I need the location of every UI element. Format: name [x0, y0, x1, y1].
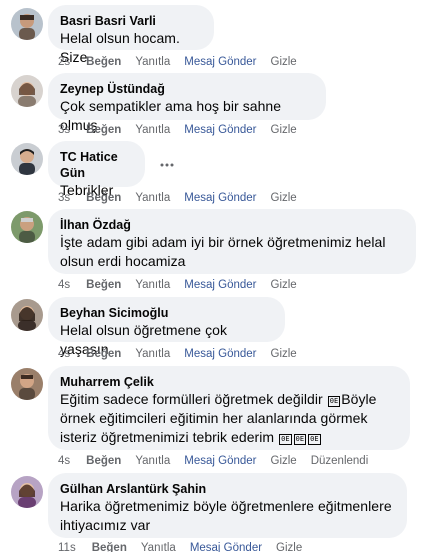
comment-text-line: İşte adam gibi adam iyi bir örnek öğretm…: [60, 234, 386, 250]
comment-author[interactable]: Muharrem Çelik: [60, 374, 398, 390]
hide-button[interactable]: Gizle: [271, 348, 297, 360]
send-message-button[interactable]: Mesaj Gönder: [184, 192, 256, 204]
missing-glyph: 0E: [279, 434, 292, 445]
comment-bubble: Gülhan Arslantürk Şahin Harika öğretmeni…: [48, 473, 407, 538]
send-message-button[interactable]: Mesaj Gönder: [190, 542, 262, 552]
comment-author[interactable]: Zeynep Üstündağ: [60, 81, 314, 97]
comment-author[interactable]: Basri Basri Varli: [60, 13, 202, 29]
comment-time[interactable]: 4s: [58, 279, 70, 291]
comment-actions: 2s Beğen Yanıtla Mesaj Gönder Gizle: [58, 54, 311, 70]
reply-button[interactable]: Yanıtla: [135, 192, 170, 204]
avatar[interactable]: [11, 8, 43, 40]
comment-bubble: TC Hatice Gün Tebrikler: [48, 141, 145, 198]
missing-glyph: 0E: [327, 396, 341, 407]
comment-actions: 11s Beğen Yanıtla Mesaj Gönder Gizle: [58, 540, 316, 552]
like-button[interactable]: Beğen: [86, 455, 121, 467]
reply-button[interactable]: Yanıtla: [135, 124, 170, 136]
like-button[interactable]: Beğen: [86, 279, 121, 291]
comment-text-line: ihtiyacımız var: [60, 517, 151, 533]
comment-time[interactable]: 3s: [58, 124, 70, 136]
comment-time[interactable]: 4s: [58, 455, 70, 467]
avatar[interactable]: [11, 476, 43, 508]
comment-bubble: Basri Basri Varli Helal olsun hocam. Siz…: [48, 5, 214, 65]
comment-text-line: örnek eğitimcileri eğitimin her alanları…: [60, 410, 368, 426]
hide-button[interactable]: Gizle: [271, 455, 297, 467]
edited-label[interactable]: Düzenlendi: [311, 455, 369, 467]
send-message-button[interactable]: Mesaj Gönder: [184, 455, 256, 467]
comment-text-line: isteriz öğretmenimizi tebrik ederim: [60, 429, 275, 445]
like-button[interactable]: Beğen: [86, 124, 121, 136]
hide-button[interactable]: Gizle: [271, 124, 297, 136]
comment-time[interactable]: 4s: [58, 348, 70, 360]
comment-text: İşte adam gibi adam iyi bir örnek öğretm…: [60, 233, 404, 271]
comment-author[interactable]: İlhan Özdağ: [60, 217, 404, 233]
hide-button[interactable]: Gizle: [271, 192, 297, 204]
comment-author[interactable]: Beyhan Sicimoğlu: [60, 305, 273, 321]
reply-button[interactable]: Yanıtla: [135, 348, 170, 360]
comment-text-line: Böyle: [341, 391, 377, 407]
reply-button[interactable]: Yanıtla: [135, 56, 170, 68]
reply-button[interactable]: Yanıtla: [135, 279, 170, 291]
reply-button[interactable]: Yanıtla: [135, 455, 170, 467]
avatar[interactable]: [11, 75, 43, 107]
like-button[interactable]: Beğen: [92, 542, 127, 552]
comment-actions: 3s Beğen Yanıtla Mesaj Gönder Gizle: [58, 190, 311, 206]
comment-text: Harika öğretmenimiz böyle öğretmenlere e…: [60, 497, 395, 535]
hide-button[interactable]: Gizle: [276, 542, 302, 552]
like-button[interactable]: Beğen: [86, 348, 121, 360]
comment-text-line: Eğitim sadece formülleri öğretmek değild…: [60, 391, 323, 407]
comment-bubble: İlhan Özdağ İşte adam gibi adam iyi bir …: [48, 209, 416, 274]
avatar[interactable]: [11, 211, 43, 243]
avatar[interactable]: [11, 299, 43, 331]
comment-actions: 4s Beğen Yanıtla Mesaj Gönder Gizle Düze…: [58, 453, 382, 469]
more-options-button[interactable]: [157, 157, 177, 173]
send-message-button[interactable]: Mesaj Gönder: [184, 56, 256, 68]
avatar[interactable]: [11, 143, 43, 175]
hide-button[interactable]: Gizle: [271, 56, 297, 68]
comment-time[interactable]: 2s: [58, 56, 70, 68]
comment-thread: Basri Basri Varli Helal olsun hocam. Siz…: [0, 0, 425, 552]
comment-actions: 3s Beğen Yanıtla Mesaj Gönder Gizle: [58, 122, 311, 138]
comment-author[interactable]: TC Hatice Gün: [60, 149, 133, 181]
comment-bubble: Muharrem Çelik Eğitim sadece formülleri …: [48, 366, 410, 450]
comment-text: Eğitim sadece formülleri öğretmek değild…: [60, 390, 398, 447]
comment-actions: 4s Beğen Yanıtla Mesaj Gönder Gizle: [58, 277, 311, 293]
comment-time[interactable]: 3s: [58, 192, 70, 204]
missing-glyph: 0E: [308, 434, 321, 445]
comment-text-line: olsun erdi hocamiza: [60, 253, 186, 269]
like-button[interactable]: Beğen: [86, 56, 121, 68]
send-message-button[interactable]: Mesaj Gönder: [184, 348, 256, 360]
comment-time[interactable]: 11s: [58, 542, 76, 552]
missing-glyph: 0E: [293, 434, 307, 445]
hide-button[interactable]: Gizle: [271, 279, 297, 291]
comment-bubble: Zeynep Üstündağ Çok sempatikler ama hoş …: [48, 73, 326, 133]
send-message-button[interactable]: Mesaj Gönder: [184, 124, 256, 136]
more-horizontal-icon: [160, 163, 174, 167]
avatar[interactable]: [11, 368, 43, 400]
reply-button[interactable]: Yanıtla: [141, 542, 176, 552]
send-message-button[interactable]: Mesaj Gönder: [184, 279, 256, 291]
comment-author[interactable]: Gülhan Arslantürk Şahin: [60, 481, 395, 497]
comment-text-line: Harika öğretmenimiz böyle öğretmenlere e…: [60, 498, 392, 514]
like-button[interactable]: Beğen: [86, 192, 121, 204]
comment-actions: 4s Beğen Yanıtla Mesaj Gönder Gizle: [58, 346, 311, 362]
comment-bubble: Beyhan Sicimoğlu Helal olsun öğretmene ç…: [48, 297, 285, 357]
